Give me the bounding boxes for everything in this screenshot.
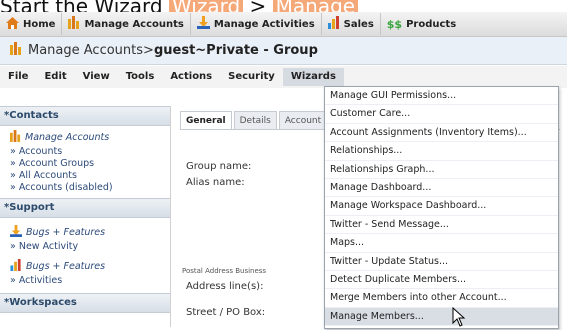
sidebar-group-label: Manage Accounts [25,132,110,143]
menu-item-account-assignments[interactable]: Account Assignments (Inventory Items)... [325,124,558,143]
support-group-2[interactable]: Bugs + Features [10,259,170,275]
support-body: Bugs + Features » New Activity Bugs + Fe… [0,218,170,291]
menu-item-maps[interactable]: Maps... [325,234,558,253]
sales-icon [327,16,340,32]
menu-item-relationships[interactable]: Relationships... [325,142,558,161]
products-icon: $$ [386,17,403,31]
tab-details[interactable]: Details [233,111,277,130]
group-name-label: Group name: [186,161,252,172]
support-group-1[interactable]: Bugs + Features [10,225,170,241]
nav-tab-label: Manage Accounts [84,18,184,30]
menu-item-detect-duplicate-members[interactable]: Detect Duplicate Members... [325,271,558,290]
wizards-dropdown-menu: Manage GUI Permissions... Customer Care.… [324,86,559,329]
page-title: guest~Private - Group [153,43,318,58]
sidebar-group-label: Bugs + Features [26,261,106,272]
top-navigation: Home Manage Accounts Manage Activities S… [0,12,567,37]
menu-view[interactable]: View [75,68,118,86]
sidebar-group-label: Bugs + Features [26,227,106,238]
nav-tab-manage-activities[interactable]: Manage Activities [191,13,322,35]
address-lines-label: Address line(s): [186,281,264,292]
menu-edit[interactable]: Edit [36,68,74,86]
menu-item-twitter-update-status[interactable]: Twitter - Update Status... [325,253,558,271]
accounts-icon [68,16,80,32]
mouse-pointer-icon [452,307,466,327]
nav-tab-label: Sales [343,18,374,30]
menu-security[interactable]: Security [220,68,283,86]
menu-item-manage-workspace-dashboard[interactable]: Manage Workspace Dashboard... [325,197,558,216]
sidebar-link-new-activity[interactable]: » New Activity [10,241,170,253]
menu-item-merge-members[interactable]: Merge Members into other Account... [325,289,558,308]
menu-file[interactable]: File [0,68,36,86]
menu-item-customer-care[interactable]: Customer Care... [325,105,558,124]
nav-tab-label: Manage Activities [213,18,315,30]
menu-item-manage-dashboard[interactable]: Manage Dashboard... [325,179,558,198]
left-sidebar: *Contacts Manage Accounts » Accounts » A… [0,106,171,327]
accounts-icon [10,130,21,146]
activities-icon [10,225,22,241]
nav-tab-sales[interactable]: Sales [322,13,381,35]
home-icon [6,16,19,32]
menu-item-twitter-send-message[interactable]: Twitter - Send Message... [325,216,558,235]
sidebar-link-accounts[interactable]: » Accounts [10,146,170,158]
tab-account[interactable]: Account [278,111,328,130]
sidebar-section-workspaces[interactable]: *Workspaces [0,293,170,313]
sidebar-section-contacts[interactable]: *Contacts [0,106,170,126]
breadcrumb-separator: > [143,43,154,58]
page-title-bar: Manage Accounts > guest~Private - Group [0,37,567,65]
sales-icon [10,259,22,275]
contacts-group[interactable]: Manage Accounts [10,130,170,146]
nav-tab-products[interactable]: $$ Products [381,13,462,35]
menu-tools[interactable]: Tools [118,68,163,86]
menu-item-manage-gui-permissions[interactable]: Manage GUI Permissions... [325,87,558,106]
nav-tab-manage-accounts[interactable]: Manage Accounts [62,13,191,35]
menu-item-manage-members[interactable]: Manage Members... [325,307,558,327]
menu-wizards[interactable]: Wizards [282,68,344,86]
activities-icon [196,16,210,32]
record-tabs: General Details Account [180,111,329,130]
menu-item-relationships-graph[interactable]: Relationships Graph... [325,161,558,179]
sidebar-link-accounts-disabled[interactable]: » Accounts (disabled) [10,182,170,194]
menu-bar: File Edit View Tools Actions Security Wi… [0,66,567,88]
contacts-body: Manage Accounts » Accounts » Account Gro… [0,126,170,198]
sidebar-link-account-groups[interactable]: » Account Groups [10,158,170,170]
street-label: Street / PO Box: [186,307,266,318]
accounts-icon [10,42,22,59]
alias-name-label: Alias name: [186,177,245,188]
sidebar-link-all-accounts[interactable]: » All Accounts [10,170,170,182]
tab-general[interactable]: General [180,111,232,130]
postal-address-label: Postal Address Business [182,267,267,275]
nav-tab-label: Products [406,18,457,30]
breadcrumb-section[interactable]: Manage Accounts [28,43,143,58]
sidebar-link-activities[interactable]: » Activities [10,275,170,287]
nav-tab-home[interactable]: Home [0,13,63,35]
nav-tab-label: Home [23,18,56,30]
menu-actions[interactable]: Actions [162,68,220,86]
sidebar-section-support[interactable]: *Support [0,198,170,218]
